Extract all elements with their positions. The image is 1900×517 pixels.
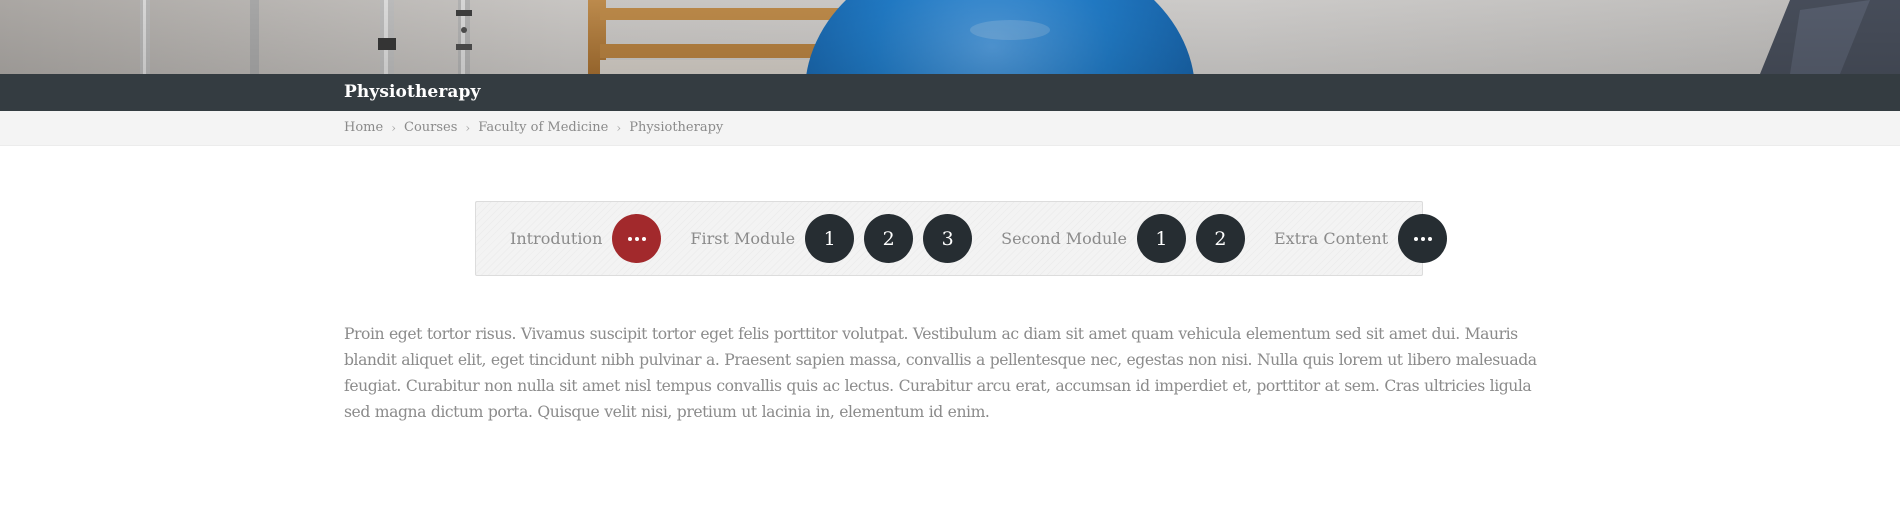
nav-label-introduction: Introdution [510,229,603,248]
nav-group-second-module: Second Module 1 2 [1001,214,1245,263]
first-module-page-1-button[interactable]: 1 [805,214,855,263]
nav-label-extra-content: Extra Content [1273,229,1389,248]
nav-label-second-module: Second Module [1001,229,1127,248]
page-title: Physiotherapy [344,82,481,102]
chevron-right-icon: › [616,120,622,135]
content-paragraph: Proin eget tortor risus. Vivamus suscipi… [344,325,1537,421]
nav-group-first-module: First Module 1 2 3 [690,214,973,263]
more-dots-icon [626,236,647,241]
breadcrumb: Home › Courses › Faculty of Medicine › P… [344,120,723,135]
breadcrumb-home-link[interactable]: Home [344,120,383,135]
hero-image [0,0,1900,74]
nav-group-extra-content: Extra Content [1273,214,1448,263]
breadcrumb-current: Physiotherapy [629,120,724,135]
page: Physiotherapy Home › Courses › Faculty o… [0,0,1900,517]
nav-label-first-module: First Module [690,229,796,248]
breadcrumb-faculty-link[interactable]: Faculty of Medicine [478,120,608,135]
extra-content-more-button[interactable] [1398,214,1448,263]
second-module-page-2-button[interactable]: 2 [1195,214,1245,263]
chevron-right-icon: › [465,120,471,135]
first-module-page-2-button[interactable]: 2 [864,214,914,263]
hero-photo [0,0,1900,74]
second-module-page-1-button[interactable]: 1 [1136,214,1186,263]
introduction-more-button[interactable] [612,214,662,263]
chevron-right-icon: › [391,120,396,135]
title-bar: Physiotherapy [0,74,1900,111]
breadcrumb-courses-link[interactable]: Courses [404,120,457,135]
nav-group-introduction: Introdution [510,214,662,263]
module-navigation: Introdution First Module 1 2 3 Second Mo… [475,201,1448,276]
more-dots-icon [1412,236,1433,241]
breadcrumb-bar: Home › Courses › Faculty of Medicine › P… [0,111,1900,146]
first-module-page-3-button[interactable]: 3 [923,214,973,263]
